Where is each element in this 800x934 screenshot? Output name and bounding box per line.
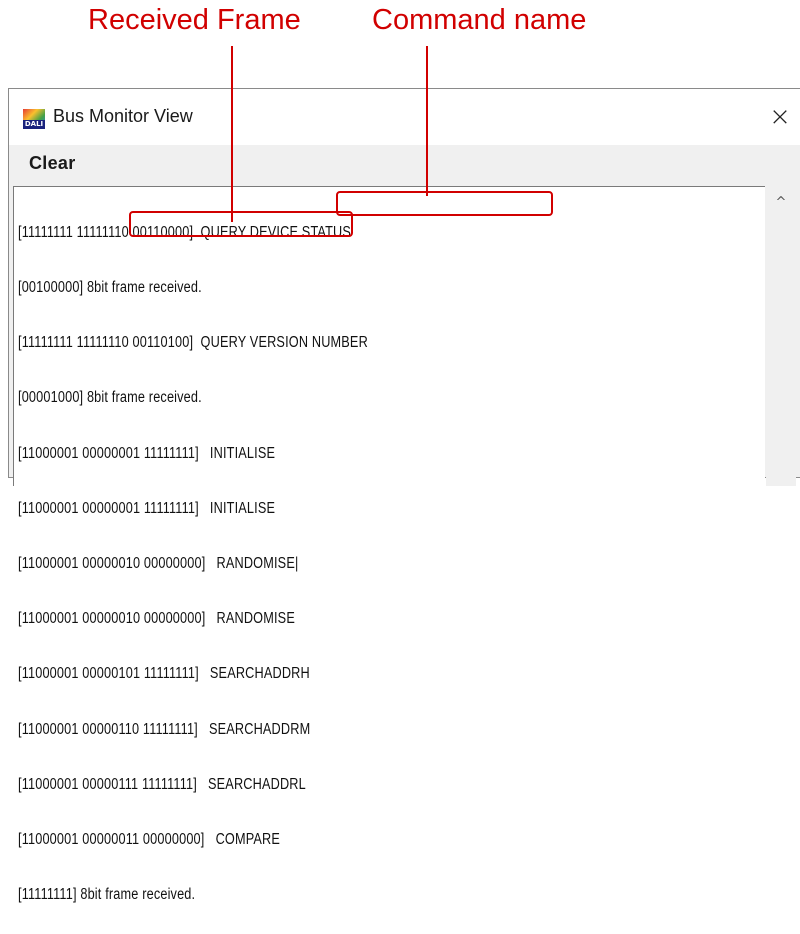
log-line: [11000001 00000011 00000000] COMPARE [18,831,281,849]
command-name-highlight-box [336,191,553,216]
log-line: [11111111 11111110 00110100] QUERY VERSI… [18,334,368,352]
bus-monitor-window: DALI Bus Monitor View × Clear [11111111 … [8,88,800,903]
log-line: [11000001 00000001 11111111] INITIALISE [18,499,276,517]
received-frame-highlight-box [129,211,353,237]
log-line: [11111111] 8bit frame received. [18,886,196,904]
toolbar: Clear [9,145,800,185]
command-name-leader-line [426,46,428,196]
clear-button[interactable]: Clear [29,153,76,174]
log-line: [00001000] 8bit frame received. [18,389,202,407]
log-pane[interactable]: [11111111 11111110 00110000] QUERY DEVIC… [13,186,765,903]
received-frame-leader-line [231,46,233,222]
window-title: Bus Monitor View [53,106,193,126]
vertical-scrollbar[interactable]: ^ [766,186,796,486]
dali-app-icon: DALI [23,109,45,129]
close-icon[interactable]: × [753,89,800,145]
command-name-callout: Command name [372,4,587,36]
scroll-up-arrow-icon[interactable]: ^ [772,194,790,212]
log-lines: [11111111 11111110 00110000] QUERY DEVIC… [18,187,368,934]
log-line: [11000001 00000111 11111111] SEARCHADDRL [18,775,306,793]
title-bar[interactable]: DALI Bus Monitor View × [9,89,800,146]
app-icon-label: DALI [23,120,45,129]
log-line: [11000001 00000010 00000000] RANDOMISE [18,610,295,628]
log-line: [11000001 00000101 11111111] SEARCHADDRH [18,665,310,683]
log-line: [11000001 00000010 00000000] RANDOMISE| [18,555,299,573]
received-frame-callout: Received Frame [88,4,301,36]
log-line: [00100000] 8bit frame received. [18,279,202,297]
log-line: [11000001 00000110 11111111] SEARCHADDRM [18,720,311,738]
log-line: [11000001 00000001 11111111] INITIALISE [18,444,276,462]
